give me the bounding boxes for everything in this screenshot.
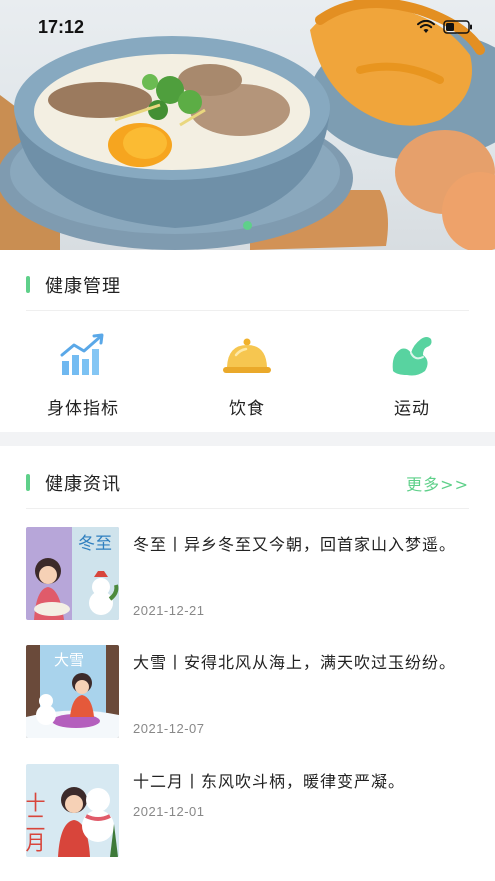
more-news-link[interactable]: 更多>> bbox=[406, 471, 469, 495]
exercise-button[interactable]: 运动 bbox=[342, 318, 482, 426]
health-management-title: 健康管理 bbox=[45, 276, 121, 297]
news-thumbnail: 大雪 bbox=[26, 645, 119, 738]
news-date: 2021-12-07 bbox=[133, 721, 205, 736]
wifi-icon bbox=[417, 20, 435, 33]
news-item[interactable]: 大雪 大雪丨安得北风从海上，满天吹过玉纷纷。 2021-12-07 bbox=[26, 645, 469, 741]
flexed-arm-icon bbox=[392, 337, 432, 376]
news-thumbnail: 十二月 bbox=[26, 764, 119, 857]
status-icons bbox=[417, 20, 473, 34]
news-title: 冬至丨异乡冬至又今朝，回首家山入梦遥。 bbox=[133, 535, 457, 554]
exercise-label: 运动 bbox=[394, 399, 430, 419]
news-thumbnail: 冬至 bbox=[26, 527, 119, 620]
news-item[interactable]: 冬至 冬至丨异乡冬至又今朝，回首家山入梦遥。 2021-12-21 bbox=[26, 527, 469, 623]
food-cloche-icon bbox=[223, 338, 271, 373]
news-item[interactable]: 十二月 十二月丨东风吹斗柄，暖律变严凝。 2021-12-01 bbox=[26, 764, 469, 860]
status-bar: 17:12 bbox=[0, 0, 495, 56]
section-accent-bar bbox=[26, 276, 30, 293]
health-management-grid: 身体指标 饮食 运动 bbox=[0, 318, 495, 426]
thumb-title: 十二月 bbox=[26, 792, 46, 852]
carousel-indicator-dot[interactable] bbox=[243, 221, 252, 230]
status-time: 17:12 bbox=[38, 17, 85, 37]
section-accent-bar bbox=[26, 474, 30, 491]
health-news-header: 健康资讯 更多>> bbox=[26, 455, 469, 509]
bar-chart-trend-icon bbox=[60, 333, 104, 375]
thumb-title: 冬至 bbox=[78, 534, 112, 554]
health-management-header: 健康管理 bbox=[26, 257, 469, 311]
section-divider bbox=[0, 432, 495, 446]
diet-label: 饮食 bbox=[229, 399, 265, 419]
news-title: 十二月丨东风吹斗柄，暖律变严凝。 bbox=[133, 772, 406, 791]
banner-carousel[interactable]: 17:12 bbox=[0, 0, 495, 250]
health-news-title: 健康资讯 bbox=[45, 474, 121, 495]
thumb-title: 大雪 bbox=[54, 651, 84, 669]
news-date: 2021-12-21 bbox=[133, 603, 205, 618]
news-title: 大雪丨安得北风从海上，满天吹过玉纷纷。 bbox=[133, 653, 457, 672]
body-metrics-label: 身体指标 bbox=[47, 399, 119, 419]
diet-button[interactable]: 饮食 bbox=[177, 318, 317, 426]
body-metrics-button[interactable]: 身体指标 bbox=[13, 318, 153, 426]
news-date: 2021-12-01 bbox=[133, 804, 205, 819]
battery-icon bbox=[443, 20, 472, 34]
